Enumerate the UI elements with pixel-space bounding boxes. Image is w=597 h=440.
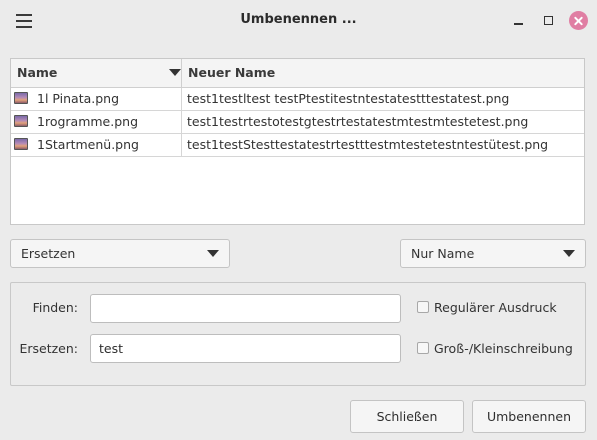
table-row[interactable]: 1Startmenü.png test1testStesttestatestrt… [11,134,584,157]
table-row[interactable]: 1rogramme.png test1testrtestotestgtestrt… [11,111,584,134]
chevron-down-icon [207,250,219,257]
close-icon[interactable] [569,11,588,30]
image-file-icon [14,138,28,150]
replace-label: Ersetzen: [19,341,78,356]
row-new-name: test1testrtestotestgtestrtestatestmtestm… [187,114,529,129]
row-name: 1l Pinata.png [37,91,120,106]
table-header: Name Neuer Name [11,59,584,88]
row-name: 1rogramme.png [37,114,139,129]
title-bar: Umbenennen ... [0,0,597,42]
column-header-new-name[interactable]: Neuer Name [188,59,275,87]
column-divider [181,111,182,133]
mode-dropdown-value: Ersetzen [21,246,76,261]
column-header-name[interactable]: Name [17,59,181,87]
checkbox-box[interactable] [417,342,429,354]
regex-checkbox[interactable]: Regulärer Ausdruck [417,300,577,316]
file-table[interactable]: Name Neuer Name 1l Pinata.png test1testl… [10,58,585,225]
minimize-icon[interactable] [509,11,529,31]
window-title: Umbenennen ... [240,12,357,27]
scope-dropdown-value: Nur Name [411,246,475,261]
scope-dropdown[interactable]: Nur Name [400,239,586,268]
column-header-name-label: Name [17,65,58,80]
row-new-name: test1testltest testPtestitestntestatestt… [187,91,510,106]
row-name: 1Startmenü.png [37,137,139,152]
column-divider[interactable] [181,59,182,87]
find-label: Finden: [32,300,78,315]
mode-dropdown[interactable]: Ersetzen [10,239,230,268]
chevron-down-icon [563,250,575,257]
sort-arrow-icon [169,69,181,76]
checkbox-box[interactable] [417,301,429,313]
case-sensitive-checkbox-label: Groß-/Kleinschreibung [434,341,573,356]
rename-button[interactable]: Umbenennen [472,400,586,433]
image-file-icon [14,115,28,127]
table-row[interactable]: 1l Pinata.png test1testltest testPtestit… [11,88,584,111]
row-new-name: test1testStesttestatestrtestttestmtestet… [187,137,549,152]
image-file-icon [14,92,28,104]
replace-input[interactable] [90,334,401,363]
case-sensitive-checkbox[interactable]: Groß-/Kleinschreibung [417,341,577,357]
find-input[interactable] [90,294,401,323]
close-button[interactable]: Schließen [350,400,464,433]
column-divider [181,88,182,110]
regex-checkbox-label: Regulärer Ausdruck [434,300,557,315]
column-divider [181,134,182,156]
maximize-icon[interactable] [539,11,559,31]
